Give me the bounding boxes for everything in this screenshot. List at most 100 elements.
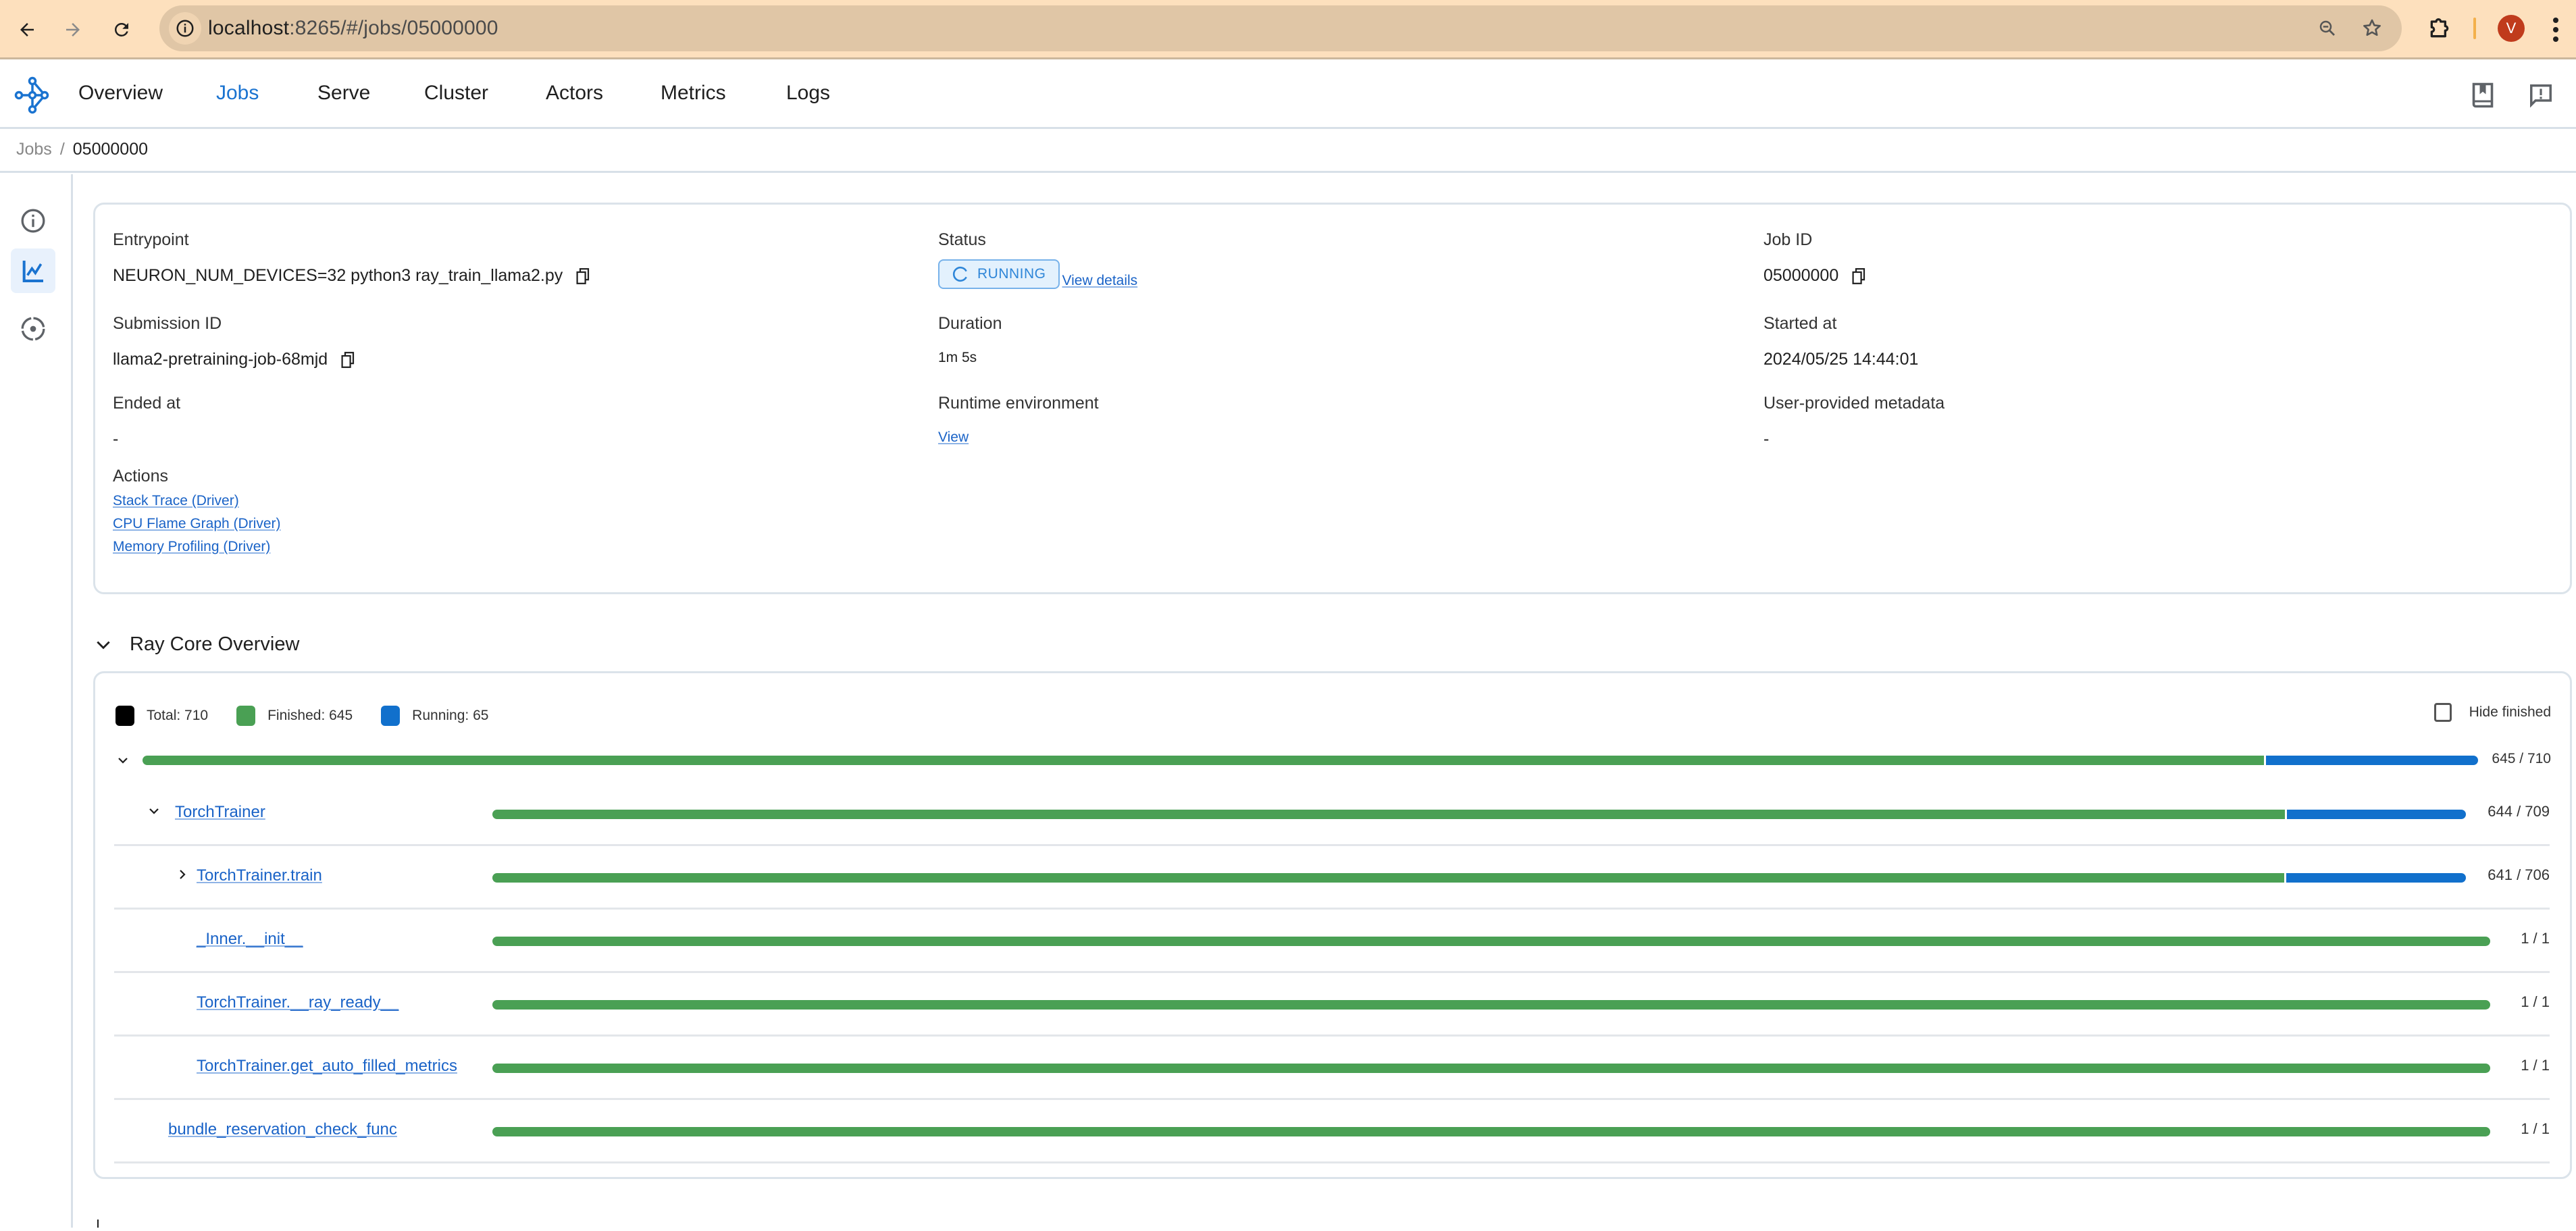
hide-finished-toggle[interactable]: Hide finished xyxy=(2433,703,2551,722)
progress-legend: Total: 710 Finished: 645 Running: 65 xyxy=(115,706,517,726)
nav-jobs[interactable]: Jobs xyxy=(216,82,259,105)
reload-button[interactable] xyxy=(107,15,136,45)
submission-id-label: Submission ID xyxy=(113,314,222,333)
summary-collapse-chevron-icon[interactable] xyxy=(117,754,129,766)
breadcrumb-current: 05000000 xyxy=(72,140,148,159)
task-running-segment xyxy=(2285,810,2466,819)
section-title: Ray Core Overview xyxy=(130,633,300,655)
ray-logo-icon xyxy=(14,76,49,114)
extensions-button[interactable] xyxy=(2426,15,2453,45)
job-id-label: Job ID xyxy=(1763,230,1813,249)
more-menu-icon xyxy=(2553,18,2558,42)
legend-total: Total: 710 xyxy=(115,706,208,726)
legend-running: Running: 65 xyxy=(381,706,488,726)
summary-count: 645 / 710 xyxy=(2492,751,2551,766)
task-finished-segment xyxy=(492,810,2286,819)
chevron-down-icon[interactable] xyxy=(148,805,160,817)
stack-trace-link[interactable]: Stack Trace (Driver) xyxy=(113,493,281,509)
rail-chart[interactable] xyxy=(11,248,55,293)
chart-icon xyxy=(22,261,43,282)
task-progress-bar xyxy=(492,873,2466,883)
profile-initial: V xyxy=(2506,20,2517,36)
cpu-flame-graph-link[interactable]: CPU Flame Graph (Driver) xyxy=(113,516,281,532)
info-icon xyxy=(21,209,45,233)
site-info-button[interactable] xyxy=(169,12,201,45)
url-host: localhost xyxy=(208,17,290,39)
metadata-value: - xyxy=(1763,429,1770,448)
copy-job-id-button[interactable] xyxy=(1852,267,1865,284)
task-progress-bar xyxy=(492,1127,2490,1136)
ended-at-field: Ended at - xyxy=(113,394,180,449)
runtime-env-view-link[interactable]: View xyxy=(938,429,969,446)
nav-serve[interactable]: Serve xyxy=(317,82,370,105)
rail-info[interactable] xyxy=(11,199,55,243)
actions-label: Actions xyxy=(113,467,168,486)
legend-finished: Finished: 645 xyxy=(236,706,353,726)
docs-button[interactable] xyxy=(2467,79,2499,111)
legend-swatch-running xyxy=(381,706,401,726)
breadcrumb-separator: / xyxy=(59,140,65,159)
task-row: TorchTrainer.train 641 / 706 xyxy=(114,846,2550,910)
breadcrumb-bar: Jobs / 05000000 xyxy=(0,129,2576,173)
task-name-link[interactable]: TorchTrainer.train xyxy=(197,866,322,885)
status-label: Status xyxy=(938,230,986,249)
more-menu-button[interactable] xyxy=(2552,16,2560,47)
duration-field: Duration 1m 5s xyxy=(938,314,1002,366)
spinner-icon xyxy=(952,266,967,282)
view-details-link[interactable]: View details xyxy=(1062,273,1138,289)
address-bar[interactable]: localhost:8265/#/jobs/05000000 xyxy=(159,5,2402,51)
nav-overview[interactable]: Overview xyxy=(78,82,163,105)
profile-avatar[interactable]: V xyxy=(2498,15,2525,42)
row-divider xyxy=(492,1161,2550,1163)
task-finished-segment xyxy=(492,937,2490,946)
ended-at-label: Ended at xyxy=(113,394,181,413)
task-name-link[interactable]: TorchTrainer xyxy=(175,803,265,822)
back-button[interactable] xyxy=(12,15,42,45)
legend-swatch-total xyxy=(115,706,134,726)
ray-core-overview-header[interactable]: Ray Core Overview xyxy=(95,633,299,656)
copy-submission-id-button[interactable] xyxy=(341,351,355,368)
ray-logo[interactable] xyxy=(14,76,50,117)
task-name-link[interactable]: TorchTrainer.__ray_ready__ xyxy=(197,993,398,1012)
summary-progress-bar xyxy=(143,756,2478,765)
task-progress-bar xyxy=(492,810,2466,819)
bookmark-button[interactable] xyxy=(2359,15,2386,42)
task-name-link[interactable]: bundle_reservation_check_func xyxy=(168,1120,397,1139)
reload-icon xyxy=(115,22,128,36)
forward-button[interactable] xyxy=(58,15,88,45)
task-name-link[interactable]: TorchTrainer.get_auto_filled_metrics xyxy=(197,1057,457,1076)
task-count: 644 / 709 xyxy=(2488,803,2550,820)
runtime-env-label: Runtime environment xyxy=(938,394,1099,413)
nav-logs[interactable]: Logs xyxy=(786,82,830,105)
breadcrumb-jobs[interactable]: Jobs xyxy=(16,140,52,159)
nav-cluster[interactable]: Cluster xyxy=(424,82,488,105)
task-row: bundle_reservation_check_func 1 / 1 xyxy=(114,1100,2550,1163)
task-name-link[interactable]: _Inner.__init__ xyxy=(197,930,303,949)
ended-at-value: - xyxy=(113,429,119,448)
submission-id-value: llama2-pretraining-job-68mjd xyxy=(113,350,328,369)
nav-metrics[interactable]: Metrics xyxy=(661,82,726,105)
task-progress-bar xyxy=(492,937,2490,946)
zoom-button[interactable] xyxy=(2314,15,2341,42)
job-info-card: Entrypoint NEURON_NUM_DEVICES=32 python3… xyxy=(93,203,2572,594)
chevron-right-icon[interactable] xyxy=(176,868,188,881)
task-finished-segment xyxy=(492,1127,2490,1136)
status-badge: RUNNING xyxy=(938,259,1060,289)
nav-actors[interactable]: Actors xyxy=(546,82,603,105)
memory-profiling-link[interactable]: Memory Profiling (Driver) xyxy=(113,539,281,555)
browser-toolbar: localhost:8265/#/jobs/05000000 V xyxy=(0,0,2576,59)
hide-finished-checkbox[interactable] xyxy=(2433,703,2452,722)
task-row: TorchTrainer.__ray_ready__ 1 / 1 xyxy=(114,973,2550,1037)
started-at-label: Started at xyxy=(1763,314,1837,333)
task-row: _Inner.__init__ 1 / 1 xyxy=(114,910,2550,973)
legend-finished-label: Finished: 645 xyxy=(267,708,353,723)
url-text[interactable]: localhost:8265/#/jobs/05000000 xyxy=(208,17,498,40)
feedback-button[interactable] xyxy=(2525,79,2557,111)
legend-running-label: Running: 65 xyxy=(412,708,489,723)
runtime-env-field: Runtime environment View xyxy=(938,394,1099,446)
task-progress-bar xyxy=(492,1000,2490,1010)
rail-target[interactable] xyxy=(11,307,55,351)
task-row: TorchTrainer 644 / 709 xyxy=(114,783,2550,846)
copy-entrypoint-button[interactable] xyxy=(576,267,590,284)
zoom-out-icon xyxy=(2319,20,2335,36)
